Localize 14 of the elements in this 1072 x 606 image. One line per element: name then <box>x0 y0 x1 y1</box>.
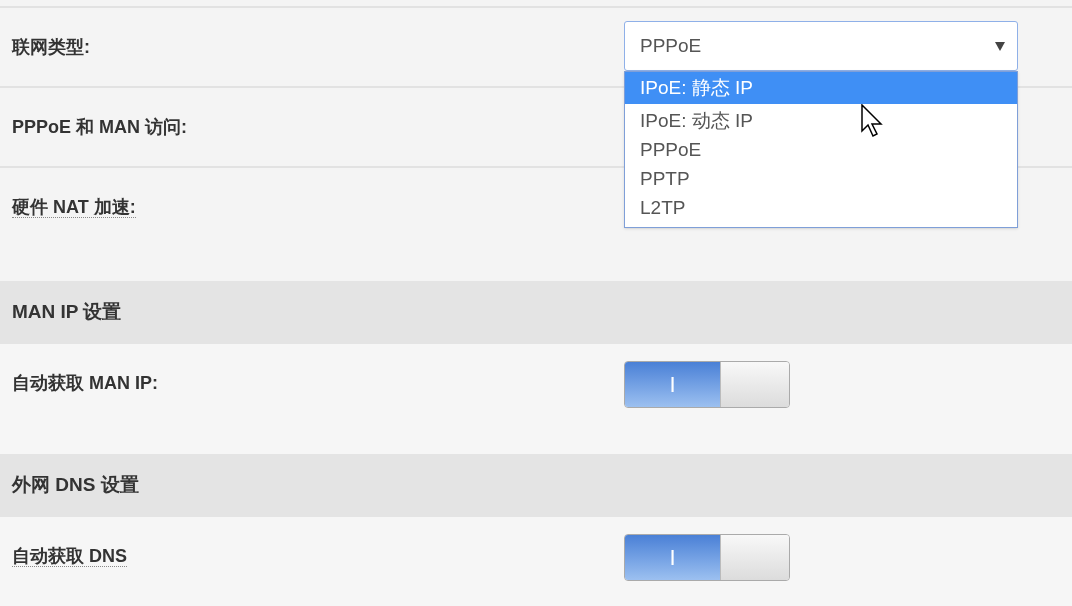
select-field[interactable]: PPPoE <box>624 21 1018 71</box>
mouse-cursor-icon <box>861 104 883 138</box>
dropdown-option[interactable]: PPTP <box>625 164 1017 193</box>
caret-icon <box>995 41 1005 51</box>
dropdown-option[interactable]: IPoE: 动态 IP <box>625 106 1017 135</box>
field-label: PPPoE 和 MAN 访问: <box>12 117 187 137</box>
section-header: 外网 DNS 设置 <box>0 454 1072 517</box>
section-header: MAN IP 设置 <box>0 281 1072 344</box>
dropdown-option[interactable]: L2TP <box>625 193 1017 222</box>
field-label: 硬件 NAT 加速: <box>12 197 136 218</box>
field-label: 自动获取 MAN IP: <box>12 373 158 393</box>
dropdown-option[interactable]: PPPoE <box>625 135 1017 164</box>
field-label: 联网类型: <box>12 37 90 57</box>
field-label: 自动获取 DNS <box>12 546 127 567</box>
